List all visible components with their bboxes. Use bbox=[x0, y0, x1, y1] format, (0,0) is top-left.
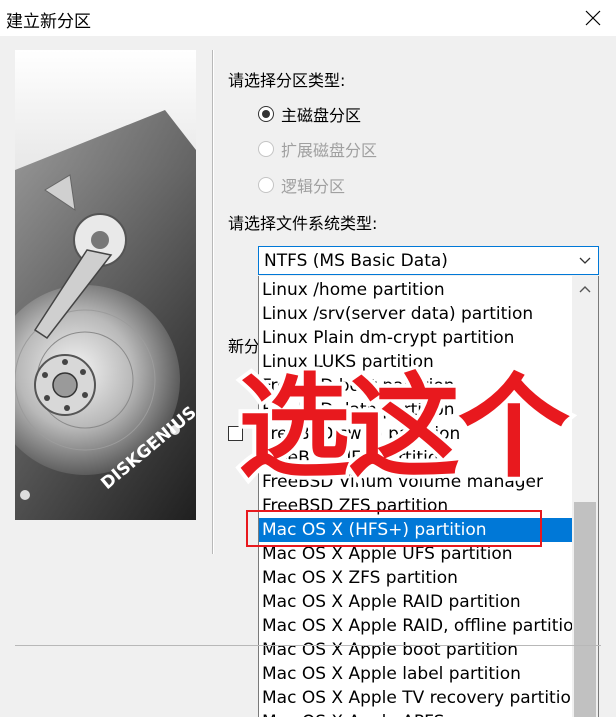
filesystem-option[interactable]: Mac OS X Apple RAID partition bbox=[259, 590, 572, 614]
filesystem-option[interactable]: Linux /srv(server data) partition bbox=[259, 302, 572, 326]
radio-button[interactable] bbox=[258, 141, 274, 157]
filesystem-option[interactable]: Linux /home partition bbox=[259, 278, 572, 302]
annotation-text: 选这个 bbox=[234, 363, 574, 493]
combobox-value: NTFS (MS Basic Data) bbox=[264, 250, 448, 271]
radio-logical-partition[interactable]: 逻辑分区 bbox=[258, 173, 345, 197]
horizontal-separator bbox=[15, 645, 601, 646]
scroll-thumb[interactable] bbox=[574, 502, 596, 717]
radio-primary-partition[interactable]: 主磁盘分区 bbox=[258, 102, 361, 126]
hard-disk-image: DISKGENIUS bbox=[15, 50, 196, 520]
chevron-down-icon[interactable] bbox=[572, 257, 598, 265]
filesystem-option[interactable]: Mac OS X ZFS partition bbox=[259, 566, 572, 590]
hard-disk-illustration: DISKGENIUS bbox=[15, 50, 196, 520]
partial-label: 新分 bbox=[228, 337, 261, 356]
filesystem-combobox[interactable]: NTFS (MS Basic Data) bbox=[258, 246, 599, 275]
filesystem-option[interactable]: Mac OS X Apple TV recovery partition bbox=[259, 686, 572, 710]
window-title: 建立新分区 bbox=[6, 12, 91, 32]
filesystem-option[interactable]: Mac OS X Apple boot partition bbox=[259, 638, 572, 662]
radio-label: 主磁盘分区 bbox=[281, 106, 362, 125]
filesystem-option[interactable]: Mac OS X Apple APFS bbox=[259, 710, 572, 717]
filesystem-option[interactable]: Linux Plain dm-crypt partition bbox=[259, 326, 572, 350]
radio-button[interactable] bbox=[258, 106, 274, 122]
scroll-up-button[interactable] bbox=[572, 276, 598, 302]
vertical-separator bbox=[212, 50, 214, 554]
partition-type-label: 请选择分区类型: bbox=[228, 71, 346, 90]
highlight-annotation-box bbox=[246, 510, 542, 547]
close-button[interactable] bbox=[570, 0, 616, 36]
radio-button[interactable] bbox=[258, 177, 274, 193]
filesystem-type-label: 请选择文件系统类型: bbox=[228, 214, 378, 233]
dropdown-scrollbar[interactable] bbox=[572, 276, 598, 717]
title-bar: 建立新分区 bbox=[0, 0, 616, 36]
filesystem-dropdown-list[interactable]: Linux /home partition Linux /srv(server d… bbox=[258, 276, 599, 717]
radio-extended-partition[interactable]: 扩展磁盘分区 bbox=[258, 137, 377, 161]
filesystem-option[interactable]: Mac OS X Apple RAID, offline partition bbox=[259, 614, 572, 638]
radio-label: 扩展磁盘分区 bbox=[281, 141, 378, 160]
close-icon bbox=[585, 10, 601, 26]
filesystem-option[interactable]: Mac OS X Apple label partition bbox=[259, 662, 572, 686]
chevron-up-icon bbox=[579, 286, 591, 293]
radio-label: 逻辑分区 bbox=[281, 177, 346, 196]
